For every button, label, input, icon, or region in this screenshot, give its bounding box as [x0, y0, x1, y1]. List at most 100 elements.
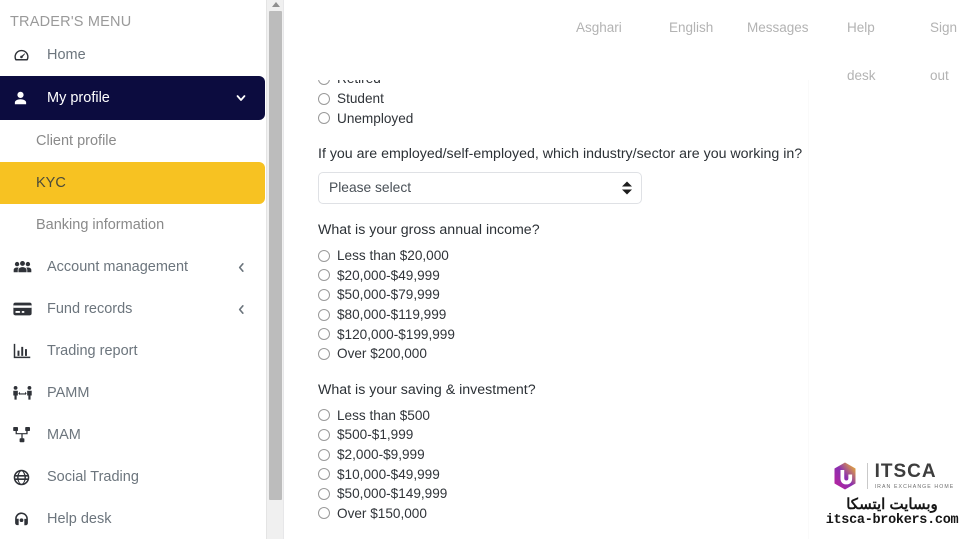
question-gross-annual-income: What is your gross annual income? Less t… [284, 222, 808, 364]
sidebar-item-label: My profile [47, 90, 110, 106]
radio-option[interactable]: $120,000-$199,999 [284, 324, 808, 344]
sidebar-title: TRADER'S MENU [10, 14, 132, 30]
industry-select[interactable]: Please select [318, 171, 642, 204]
sidebar-item-mam[interactable]: MAM [0, 414, 265, 456]
radio-button-icon[interactable] [318, 33, 330, 46]
radio-option-label: $10,000-$49,999 [337, 466, 440, 482]
radio-button-icon[interactable] [318, 72, 330, 85]
sidebar-item-my-profile[interactable]: My profile [0, 76, 265, 120]
question-industry-sector: If you are employed/self-employed, which… [284, 146, 808, 204]
sidebar-item-client-profile[interactable]: Client profile [0, 120, 265, 162]
chart-icon [13, 342, 35, 360]
radio-option[interactable]: $50,000-$149,999 [284, 484, 808, 504]
question-label: What is your gross annual income? [318, 221, 540, 238]
radio-option-label: $50,000-$79,999 [337, 287, 440, 303]
sidebar-item-label: Banking information [36, 217, 165, 233]
header-language-selector[interactable]: English [669, 4, 713, 52]
users-icon [13, 258, 35, 276]
radio-option[interactable]: Less than $20,000 [284, 246, 808, 266]
question-label: If you are employed/self-employed, which… [318, 145, 803, 162]
radio-option[interactable]: $10,000-$49,999 [284, 464, 808, 484]
sidebar-item-fund-records[interactable]: Fund records [0, 288, 265, 330]
radio-option-label: Less than $500 [337, 407, 430, 423]
sidebar-item-label: PAMM [47, 385, 90, 401]
sidebar-item-label: Home [47, 47, 86, 63]
radio-option-label: Over $150,000 [337, 505, 427, 521]
radio-button-icon[interactable] [318, 288, 330, 301]
sidebar-item-help-desk[interactable]: Help desk [0, 498, 265, 539]
chevron-left-icon [236, 304, 247, 315]
radio-option[interactable]: $50,000-$79,999 [284, 285, 808, 305]
radio-option-label: Student [337, 91, 384, 107]
radio-option[interactable]: Over $200,000 [284, 344, 808, 364]
radio-button-icon[interactable] [318, 409, 330, 422]
radio-option-label: Over $200,000 [337, 346, 427, 362]
sidebar-item-pamm[interactable]: PAMM [0, 372, 265, 414]
radio-option[interactable]: Unemployed [284, 108, 808, 128]
header-sign-out-link[interactable]: Sign out [930, 4, 970, 100]
radio-option[interactable]: $500-$1,999 [284, 425, 808, 445]
sidebar-item-social-trading[interactable]: Social Trading [0, 456, 265, 498]
radio-button-icon[interactable] [318, 428, 330, 441]
radio-option-label: $80,000-$119,999 [337, 307, 447, 323]
header-messages-link[interactable]: Messages [747, 4, 809, 52]
radio-button-icon[interactable] [318, 308, 330, 321]
radio-button-icon[interactable] [318, 53, 330, 66]
user-icon [13, 89, 35, 107]
radio-option[interactable]: Less than $500 [284, 406, 808, 426]
question-saving-investment: What is your saving & investment? Less t… [284, 382, 808, 524]
sidebar-item-label: MAM [47, 427, 81, 443]
radio-button-icon[interactable] [318, 347, 330, 360]
radio-option-label: Employed [337, 32, 398, 48]
sidebar: TRADER'S MENU Home My profile Client pro… [0, 0, 265, 539]
radio-button-icon[interactable] [318, 249, 330, 262]
radio-button-icon[interactable] [318, 92, 330, 105]
header-user-name[interactable]: Asghari [576, 4, 622, 52]
radio-button-icon[interactable] [318, 328, 330, 341]
radio-button-icon[interactable] [318, 468, 330, 481]
radio-option-label: $50,000-$149,999 [337, 486, 448, 502]
headset-icon [13, 510, 35, 528]
sidebar-item-label: Trading report [47, 343, 138, 359]
sidebar-item-kyc[interactable]: KYC [0, 162, 265, 204]
sidebar-item-label: Client profile [36, 133, 117, 149]
radio-button-icon[interactable] [318, 112, 330, 125]
sidebar-item-home[interactable]: Home [0, 34, 265, 76]
radio-button-icon[interactable] [318, 448, 330, 461]
radio-option[interactable]: Retired [284, 69, 808, 89]
question-employment-status: What is your current employment status? … [284, 6, 808, 128]
sitemap-icon [13, 426, 35, 444]
page-root: TRADER'S MENU Home My profile Client pro… [0, 0, 979, 539]
sidebar-item-banking-information[interactable]: Banking information [0, 204, 265, 246]
radio-option[interactable]: Employed [284, 30, 808, 50]
radio-option-label: $120,000-$199,999 [337, 326, 455, 342]
scrollbar-thumb[interactable] [269, 11, 282, 500]
radio-option[interactable]: Over $150,000 [284, 504, 808, 524]
radio-option-label: Unemployed [337, 110, 414, 126]
sidebar-item-label: Fund records [47, 301, 133, 317]
radio-option-label: Self-Employed [337, 51, 426, 67]
radio-option-label: Less than $20,000 [337, 248, 449, 264]
people-arrows-icon [13, 384, 35, 402]
sidebar-scrollbar[interactable] [266, 0, 283, 539]
radio-button-icon[interactable] [318, 507, 330, 520]
sidebar-item-label: Account management [47, 259, 189, 275]
radio-option-label: Retired [337, 71, 381, 87]
radio-option[interactable]: $20,000-$49,999 [284, 266, 808, 286]
sidebar-item-trading-report[interactable]: Trading report [0, 330, 265, 372]
kyc-form-card: What is your current employment status? … [284, 0, 809, 539]
sidebar-item-label: Social Trading [47, 469, 139, 485]
radio-option[interactable]: Student [284, 89, 808, 109]
scroll-up-arrow-icon[interactable] [267, 0, 284, 9]
globe-icon [13, 468, 35, 486]
radio-option-label: $20,000-$49,999 [337, 267, 440, 283]
header-help-desk-link[interactable]: Help desk [847, 4, 889, 100]
radio-option[interactable]: Self-Employed [284, 50, 808, 70]
radio-button-icon[interactable] [318, 269, 330, 282]
radio-button-icon[interactable] [318, 487, 330, 500]
radio-option[interactable]: $2,000-$9,999 [284, 445, 808, 465]
sidebar-item-account-management[interactable]: Account management [0, 246, 265, 288]
radio-option[interactable]: $80,000-$119,999 [284, 305, 808, 325]
question-label: What is your saving & investment? [318, 381, 536, 398]
chevron-down-icon [235, 92, 247, 104]
